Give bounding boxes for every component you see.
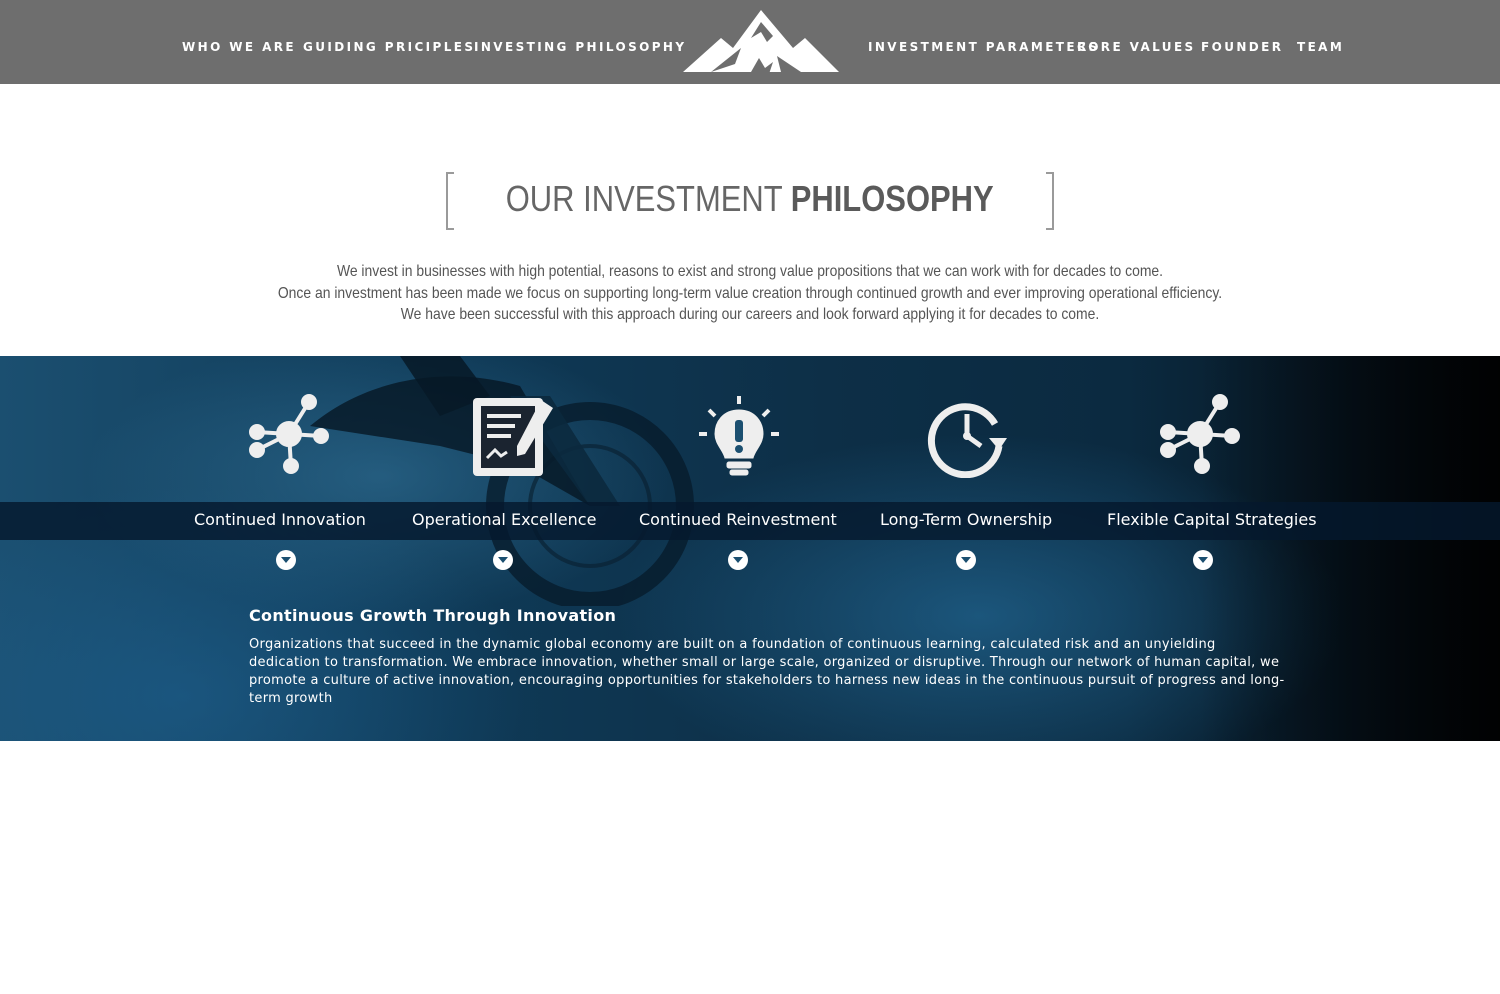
feature-label-long-term-ownership[interactable]: Long-Term Ownership [880, 510, 1052, 529]
nav-guiding-principles[interactable]: GUIDING PRICIPLES [303, 40, 475, 54]
nav-investing-philosophy[interactable]: INVESTING PHILOSOPHY [474, 40, 686, 54]
clock-icon[interactable] [925, 394, 1009, 478]
intro-paragraph: We invest in businesses with high potent… [0, 261, 1500, 326]
heading-brackets: OUR INVESTMENT PHILOSOPHY [446, 170, 1055, 230]
chevron-down-icon[interactable] [493, 550, 513, 570]
mountain-logo-icon[interactable] [681, 8, 841, 76]
chevron-down-icon[interactable] [276, 550, 296, 570]
chevron-down-icon[interactable] [728, 550, 748, 570]
lightbulb-icon[interactable] [697, 394, 781, 478]
chevron-down-icon[interactable] [1193, 550, 1213, 570]
title-bold-part: PHILOSOPHY [790, 178, 994, 219]
feature-detail-body: Organizations that succeed in the dynami… [249, 637, 1285, 706]
feature-detail-title: Continuous Growth Through Innovation [249, 606, 617, 625]
feature-label-operational-excellence[interactable]: Operational Excellence [412, 510, 596, 529]
feature-label-continued-innovation[interactable]: Continued Innovation [194, 510, 366, 529]
intro-line: Once an investment has been made we focu… [277, 284, 1223, 302]
document-sign-icon[interactable] [471, 394, 555, 478]
intro-line: We invest in businesses with high potent… [336, 263, 1164, 280]
intro-line: We have been successful with this approa… [400, 306, 1100, 323]
title-light-part: OUR INVESTMENT [506, 178, 791, 219]
top-navigation-bar: WHO WE ARE GUIDING PRICIPLES INVESTING P… [0, 0, 1500, 84]
network-icon[interactable] [1158, 394, 1242, 478]
network-icon[interactable] [247, 394, 331, 478]
feature-label-continued-reinvestment[interactable]: Continued Reinvestment [639, 510, 837, 529]
nav-team[interactable]: TEAM [1297, 40, 1344, 54]
chevron-down-icon[interactable] [956, 550, 976, 570]
nav-investment-parameters[interactable]: INVESTMENT PARAMETERS [868, 40, 1100, 54]
nav-founder[interactable]: FOUNDER [1201, 40, 1283, 54]
section-heading: OUR INVESTMENT PHILOSOPHY [0, 170, 1500, 232]
feature-label-flexible-capital-strategies[interactable]: Flexible Capital Strategies [1107, 510, 1317, 529]
features-hero-band: Continued Innovation Operational Excelle… [0, 356, 1500, 741]
nav-core-values[interactable]: CORE VALUES [1077, 40, 1196, 54]
page-title: OUR INVESTMENT PHILOSOPHY [506, 174, 994, 224]
nav-who-we-are[interactable]: WHO WE ARE [182, 40, 296, 54]
